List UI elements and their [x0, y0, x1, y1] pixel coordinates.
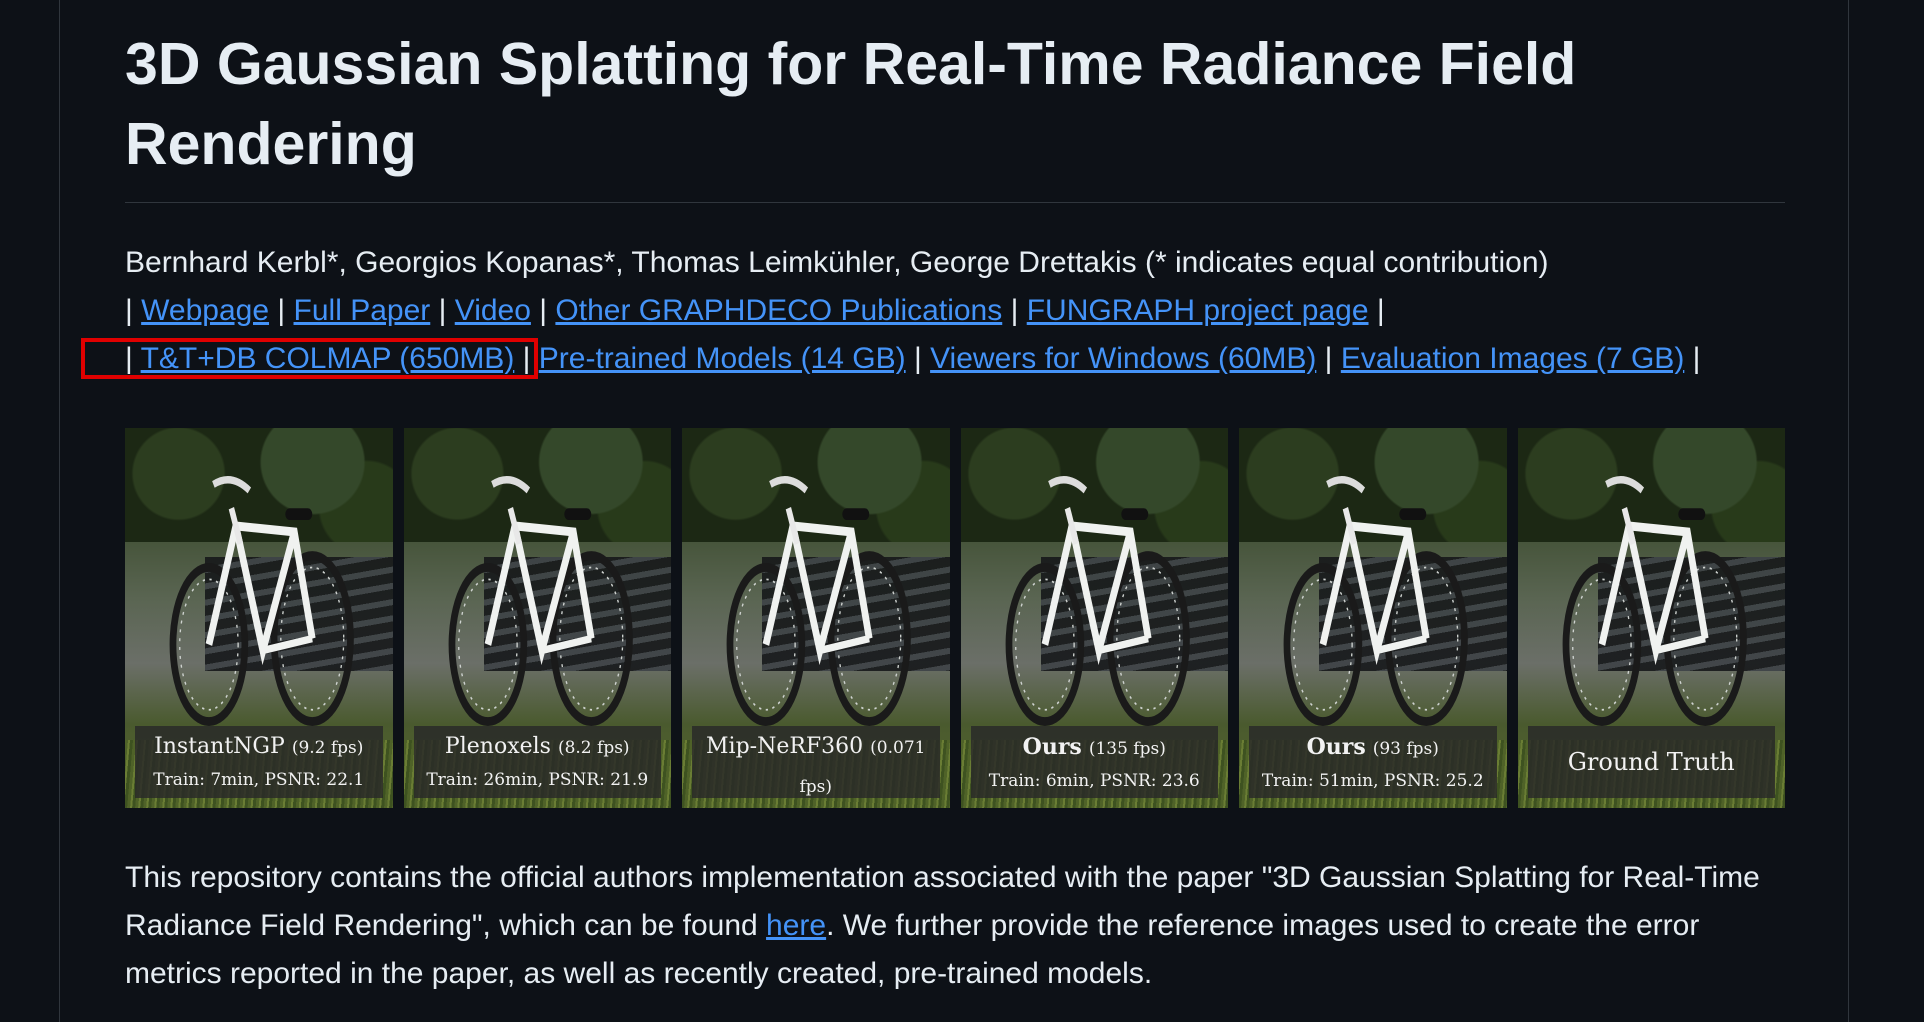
- separator: |: [1692, 342, 1701, 375]
- bicycle-illustration: [1562, 476, 1747, 727]
- bicycle-illustration: [1283, 476, 1469, 727]
- panel-caption: Ours (93 fps) Train: 51min, PSNR: 25.2: [1249, 726, 1497, 798]
- paper-here-link[interactable]: here: [766, 909, 826, 942]
- evaluation-images-link[interactable]: Evaluation Images (7 GB): [1341, 342, 1685, 375]
- full-paper-link[interactable]: Full Paper: [294, 294, 431, 327]
- caption-stats: Train: 48h, PSNR: 24.3: [692, 806, 940, 808]
- separator: |: [125, 342, 133, 375]
- other-publications-link[interactable]: Other GRAPHDECO Publications: [555, 294, 1002, 327]
- separator: |: [1010, 294, 1019, 327]
- panel-caption: Ground Truth: [1527, 726, 1776, 798]
- bicycle-illustration: [448, 476, 633, 727]
- caption-stats: Train: 26min, PSNR: 21.9: [426, 770, 649, 790]
- teaser-image: InstantNGP (9.2 fps) Train: 7min, PSNR: 2…: [125, 428, 1785, 808]
- method-fps: (135 fps): [1088, 739, 1166, 759]
- caption-method: Ours (93 fps): [1249, 726, 1497, 768]
- caption-method: InstantNGP (9.2 fps): [135, 726, 383, 767]
- method-name: Mip-NeRF360: [706, 734, 864, 759]
- description-paragraph: This repository contains the official au…: [125, 854, 1785, 998]
- separator: |: [1324, 342, 1333, 375]
- readme-content: 3D Gaussian Splatting for Real-Time Radi…: [80, 0, 1785, 990]
- caption-method: Plenoxels (8.2 fps): [414, 726, 662, 767]
- windows-viewers-link[interactable]: Viewers for Windows (60MB): [930, 342, 1316, 375]
- method-fps: (93 fps): [1372, 739, 1439, 759]
- webpage-link[interactable]: Webpage: [141, 294, 269, 327]
- links-row-2: | T&T+DB COLMAP (650MB) | Pre-trained Mo…: [80, 335, 1785, 383]
- caption-method: Mip-NeRF360 (0.071 fps): [692, 726, 940, 806]
- page-title: 3D Gaussian Splatting for Real-Time Radi…: [125, 0, 1785, 203]
- links-row-1: | Webpage | Full Paper | Video | Other G…: [125, 287, 1785, 335]
- teaser-panel: Ours (135 fps) Train: 6min, PSNR: 23.6: [960, 428, 1228, 808]
- method-fps: (9.2 fps): [291, 738, 364, 758]
- separator: |: [438, 294, 447, 327]
- separator: |: [913, 342, 922, 375]
- authors-line: Bernhard Kerbl*, Georgios Kopanas*, Thom…: [125, 246, 1549, 279]
- panel-caption: InstantNGP (9.2 fps) Train: 7min, PSNR: 2…: [135, 726, 383, 798]
- teaser-panel: Mip-NeRF360 (0.071 fps)Train: 48h, PSNR:…: [682, 428, 950, 808]
- teaser-panel: InstantNGP (9.2 fps) Train: 7min, PSNR: 2…: [125, 428, 393, 808]
- caption-stats: Train: 7min, PSNR: 22.1: [153, 770, 365, 790]
- colmap-download-link[interactable]: T&T+DB COLMAP (650MB): [141, 342, 515, 375]
- caption-stats: Train: 6min, PSNR: 23.6: [988, 771, 1200, 791]
- video-link[interactable]: Video: [455, 294, 531, 327]
- bicycle-illustration: [169, 476, 355, 727]
- teaser-panel: Ground Truth: [1517, 428, 1785, 808]
- method-name: Ground Truth: [1567, 748, 1735, 776]
- panel-caption: Mip-NeRF360 (0.071 fps)Train: 48h, PSNR:…: [692, 726, 940, 798]
- method-name: Plenoxels: [444, 734, 551, 759]
- teaser-panel: Ours (93 fps) Train: 51min, PSNR: 25.2: [1239, 428, 1507, 808]
- separator: |: [1376, 294, 1385, 327]
- method-name: Ours: [1022, 734, 1082, 760]
- separator: |: [522, 342, 531, 375]
- method-name: InstantNGP: [154, 734, 285, 759]
- highlight-box: | T&T+DB COLMAP (650MB): [80, 338, 539, 379]
- pretrained-models-link[interactable]: Pre-trained Models (14 GB): [539, 342, 906, 375]
- teaser-panel: Plenoxels (8.2 fps) Train: 26min, PSNR: 2…: [403, 428, 671, 808]
- separator: |: [277, 294, 286, 327]
- bicycle-illustration: [726, 476, 912, 727]
- caption-stats: Train: 51min, PSNR: 25.2: [1261, 771, 1484, 791]
- panel-caption: Ours (135 fps) Train: 6min, PSNR: 23.6: [970, 726, 1219, 798]
- bicycle-illustration: [1005, 476, 1190, 727]
- separator: |: [125, 294, 133, 327]
- separator: |: [539, 294, 548, 327]
- method-name: Ours: [1306, 734, 1366, 760]
- panel-caption: Plenoxels (8.2 fps) Train: 26min, PSNR: 2…: [413, 726, 662, 798]
- fungraph-project-link[interactable]: FUNGRAPH project page: [1027, 294, 1369, 327]
- method-fps: (8.2 fps): [557, 738, 630, 758]
- caption-method: Ours (135 fps): [971, 726, 1219, 768]
- caption-method: Ground Truth: [1528, 726, 1776, 798]
